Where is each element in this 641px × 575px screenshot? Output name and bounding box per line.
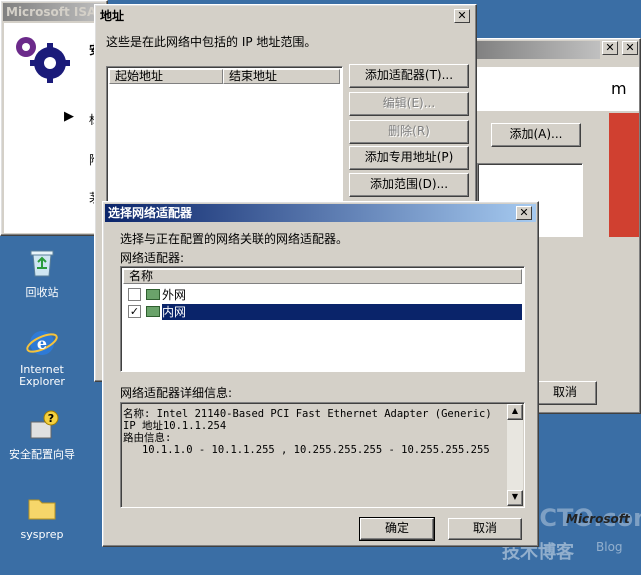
- scrollbar[interactable]: ▲ ▼: [507, 404, 523, 506]
- select-adapter-dialog: 选择网络适配器 ✕ 选择与正在配置的网络关联的网络适配器。 网络适配器: 名称 …: [102, 201, 539, 547]
- desktop-icon-label: 回收站: [25, 286, 59, 299]
- delete-button[interactable]: 删除(R): [349, 120, 469, 144]
- desktop-icon-label: sysprep: [20, 528, 64, 541]
- adapter-description: 选择与正在配置的网络关联的网络适配器。: [120, 232, 349, 246]
- desktop-icon-sysprep[interactable]: sysprep: [2, 490, 82, 541]
- scroll-up-icon[interactable]: ▲: [507, 404, 523, 420]
- column-header-name[interactable]: 名称: [123, 269, 522, 284]
- svg-text:?: ?: [48, 412, 54, 425]
- adapter-details-label: 网络适配器详细信息:: [120, 386, 233, 400]
- add-private-button[interactable]: 添加专用地址(P): [349, 146, 469, 170]
- desktop-icon-label: Internet Explorer: [19, 363, 65, 388]
- checkbox-checked[interactable]: ✓: [128, 305, 141, 318]
- checkbox[interactable]: [128, 288, 141, 301]
- folder-icon: [25, 490, 59, 524]
- adapter-name: 内网: [162, 305, 187, 319]
- adapter-row-external[interactable]: 外网: [126, 287, 522, 303]
- accent-bar: [609, 113, 639, 237]
- svg-text:e: e: [37, 334, 47, 353]
- address-range-list[interactable]: 起始地址 结束地址: [106, 66, 343, 202]
- column-header-start[interactable]: 起始地址: [109, 69, 223, 84]
- detail-line: 10.1.1.0 - 10.1.1.255 , 10.255.255.255 -…: [123, 444, 490, 456]
- edit-button[interactable]: 编辑(E)...: [349, 92, 469, 116]
- cancel-button[interactable]: 取消: [533, 381, 597, 405]
- adapter-name: 外网: [162, 288, 187, 302]
- desktop-icon-security-wizard[interactable]: ? 安全配置向导: [2, 408, 82, 462]
- network-card-icon: [146, 306, 160, 317]
- desktop-icon-label: 安全配置向导: [9, 448, 75, 461]
- internet-explorer-icon: e: [25, 326, 59, 360]
- play-arrow-icon[interactable]: ▶: [64, 109, 74, 124]
- adapter-details-box[interactable]: 名称: Intel 21140-Based PCI Fast Ethernet …: [120, 402, 525, 508]
- isa-window-titlebar: Microsoft ISA: [3, 3, 105, 21]
- add-adapter-button[interactable]: 添加适配器(T)...: [349, 64, 469, 88]
- isa-window: Microsoft ISA 安 ▶ 标 附 茅: [0, 0, 108, 236]
- add-button[interactable]: 添加(A)...: [491, 123, 581, 147]
- close-icon[interactable]: ✕: [622, 41, 638, 55]
- adapter-row-internal[interactable]: ✓ 内网: [126, 304, 522, 320]
- detail-line: 名称: Intel 21140-Based PCI Fast Ethernet …: [123, 408, 492, 420]
- add-range-button[interactable]: 添加范围(D)...: [349, 173, 469, 197]
- desktop-icon-recycle-bin[interactable]: 回收站: [2, 246, 82, 300]
- watermark-brand: Microsoft: [566, 512, 630, 526]
- security-wizard-icon: ?: [25, 408, 59, 442]
- close-icon[interactable]: ✕: [454, 9, 470, 23]
- address-dialog-titlebar: 地址: [97, 7, 474, 25]
- network-card-icon: [146, 289, 160, 300]
- adapter-list[interactable]: 名称 外网 ✓ 内网: [120, 266, 525, 372]
- desktop-icon-internet-explorer[interactable]: e Internet Explorer: [2, 326, 82, 388]
- gears-icon: [12, 31, 76, 86]
- cancel-button[interactable]: 取消: [448, 518, 522, 540]
- close-icon[interactable]: ✕: [516, 206, 532, 220]
- column-header-end[interactable]: 结束地址: [223, 69, 340, 84]
- address-description: 这些是在此网络中包括的 IP 地址范围。: [106, 35, 317, 49]
- detail-line: 路由信息:: [123, 432, 172, 444]
- detail-line: IP 地址10.1.1.254: [123, 420, 227, 432]
- selected-row-highlight: [162, 304, 522, 320]
- scroll-down-icon[interactable]: ▼: [507, 490, 523, 506]
- recycle-bin-icon: [25, 246, 59, 280]
- select-adapter-titlebar: 选择网络适配器: [105, 204, 536, 222]
- close-icon[interactable]: ✕: [602, 41, 618, 55]
- isa-content: 安 ▶ 标 附 茅: [4, 23, 106, 233]
- adapter-list-label: 网络适配器:: [120, 251, 185, 265]
- partial-header-text: m: [611, 79, 627, 98]
- network-properties-titlebar: [475, 41, 600, 59]
- ok-button[interactable]: 确定: [359, 517, 435, 541]
- network-header-panel: m: [477, 67, 639, 111]
- watermark-blog: Blog: [596, 540, 623, 554]
